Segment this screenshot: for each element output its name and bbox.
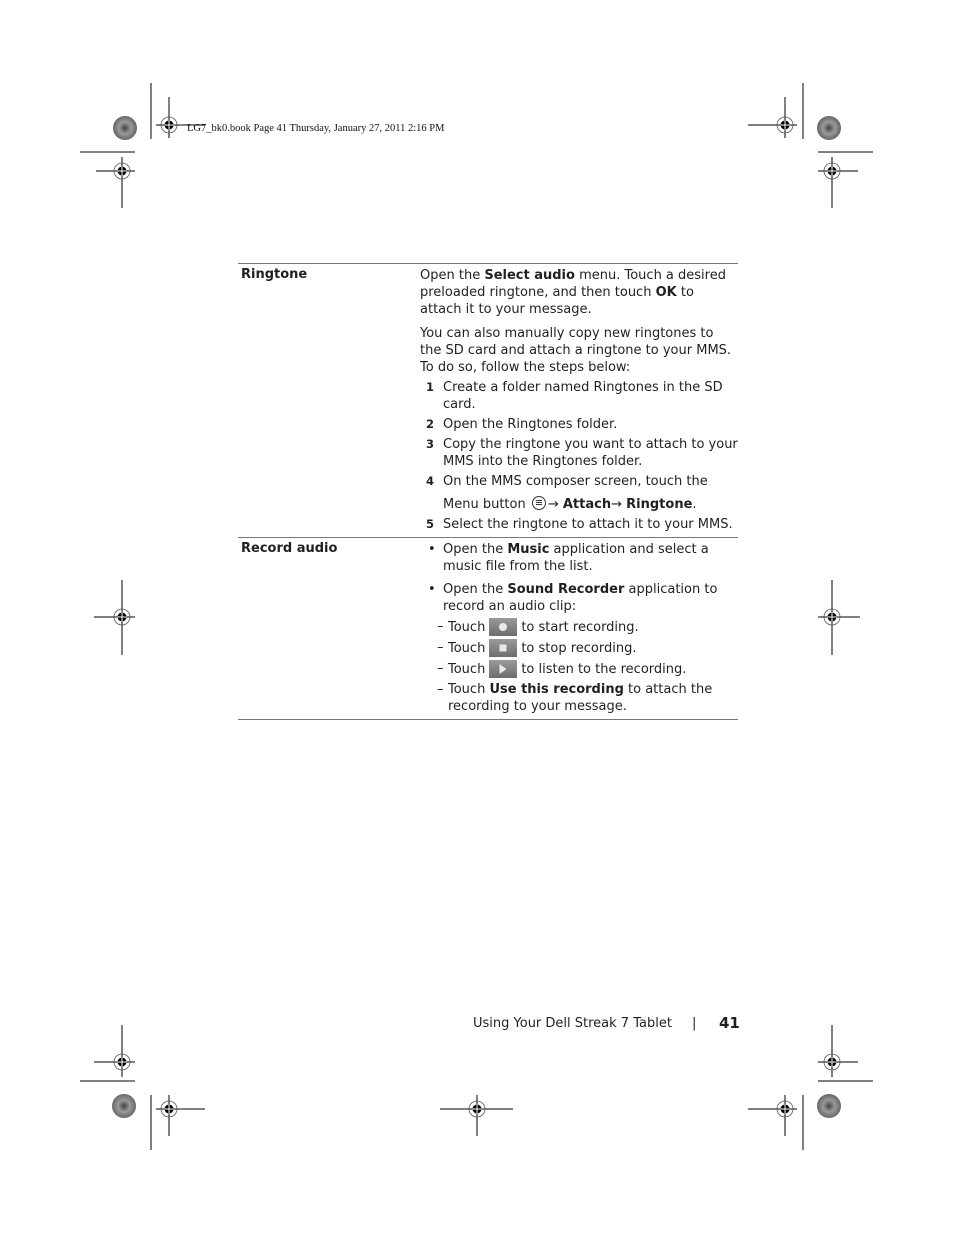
text: Touch (448, 620, 486, 635)
ui-term: Use this recording (489, 682, 624, 697)
row-body: • Open the Music application and select a… (420, 538, 738, 719)
step-text: Copy the ringtone you want to attach to … (443, 437, 738, 469)
text: . (692, 497, 697, 512)
text: to listen to the recording. (521, 662, 687, 677)
step-number: 2 (426, 417, 435, 431)
table-row-ringtone: Ringtone Open the Select audio menu. Tou… (238, 263, 738, 537)
paragraph: You can also manually copy new ringtones… (420, 326, 732, 375)
list-item: 3 Copy the ringtone you want to attach to… (426, 436, 738, 470)
ui-term: OK (655, 285, 677, 300)
text: Touch (448, 641, 486, 656)
list-item: 1 Create a folder named Ringtones in the … (426, 379, 738, 413)
bullet-item: • Open the Music application and select a… (426, 541, 738, 575)
text: to stop recording. (521, 641, 637, 656)
ui-term: Attach (562, 497, 612, 512)
text: Touch (448, 682, 490, 697)
list-item: 2 Open the Ringtones folder. (426, 416, 738, 433)
dash-icon: – (437, 682, 444, 697)
arrow-icon: → (547, 497, 563, 512)
footer-separator: | (692, 1016, 697, 1031)
ui-term: Ringtone (626, 497, 693, 512)
step-number: 1 (426, 380, 435, 394)
bullet-item: • Open the Sound Recorder application to … (426, 581, 738, 615)
row-label: Ringtone (241, 267, 308, 282)
dash-item: – Touch to start recording. (437, 618, 738, 636)
feature-table: Ringtone Open the Select audio menu. Tou… (238, 263, 738, 720)
row-label: Record audio (241, 541, 338, 556)
dash-item: – Touch Use this recording to attach the … (437, 681, 738, 715)
ui-term: Sound Recorder (507, 582, 625, 597)
dash-item: – Touch to listen to the recording. (437, 660, 738, 678)
step-text: Select the ringtone to attach it to your… (443, 517, 733, 532)
list-item: 5 Select the ringtone to attach it to you… (426, 516, 738, 533)
bullet-icon: • (428, 582, 436, 597)
step-number: 5 (426, 517, 435, 531)
text: to start recording. (521, 620, 639, 635)
color-bar-disc (113, 116, 137, 140)
menu-button-icon (531, 496, 546, 510)
ui-term: Music (507, 542, 550, 557)
play-icon (489, 660, 518, 678)
paragraph: Open the Select audio menu. Touch a desi… (420, 267, 738, 318)
arrow-icon: → (611, 497, 627, 512)
page-number: 41 (719, 1014, 740, 1032)
text: Open the (443, 582, 508, 597)
text: Open the (443, 542, 508, 557)
step-text: Create a folder named Ringtones in the S… (443, 380, 723, 412)
text: Touch (448, 662, 486, 677)
dash-icon: – (437, 640, 444, 655)
footer-section-title: Using Your Dell Streak 7 Tablet (473, 1016, 672, 1031)
ui-term: Select audio (484, 268, 575, 283)
dash-icon: – (437, 661, 444, 676)
list-item: 4 On the MMS composer screen, touch the … (426, 473, 738, 513)
step-number: 4 (426, 474, 435, 488)
stop-icon (489, 639, 518, 657)
step-text-line2: Menu button → Attach→ Ringtone. (443, 496, 738, 513)
step-text: On the MMS composer screen, touch the (443, 474, 708, 489)
dash-icon: – (437, 619, 444, 634)
table-row-record-audio: Record audio • Open the Music application… (238, 537, 738, 720)
step-number: 3 (426, 437, 435, 451)
step-text: Open the Ringtones folder. (443, 417, 618, 432)
dash-item: – Touch to stop recording. (437, 639, 738, 657)
text: Open the (420, 268, 485, 283)
record-icon (489, 618, 518, 636)
row-body: Open the Select audio menu. Touch a desi… (420, 264, 738, 537)
text: Menu button (443, 497, 530, 512)
bullet-icon: • (428, 542, 436, 557)
